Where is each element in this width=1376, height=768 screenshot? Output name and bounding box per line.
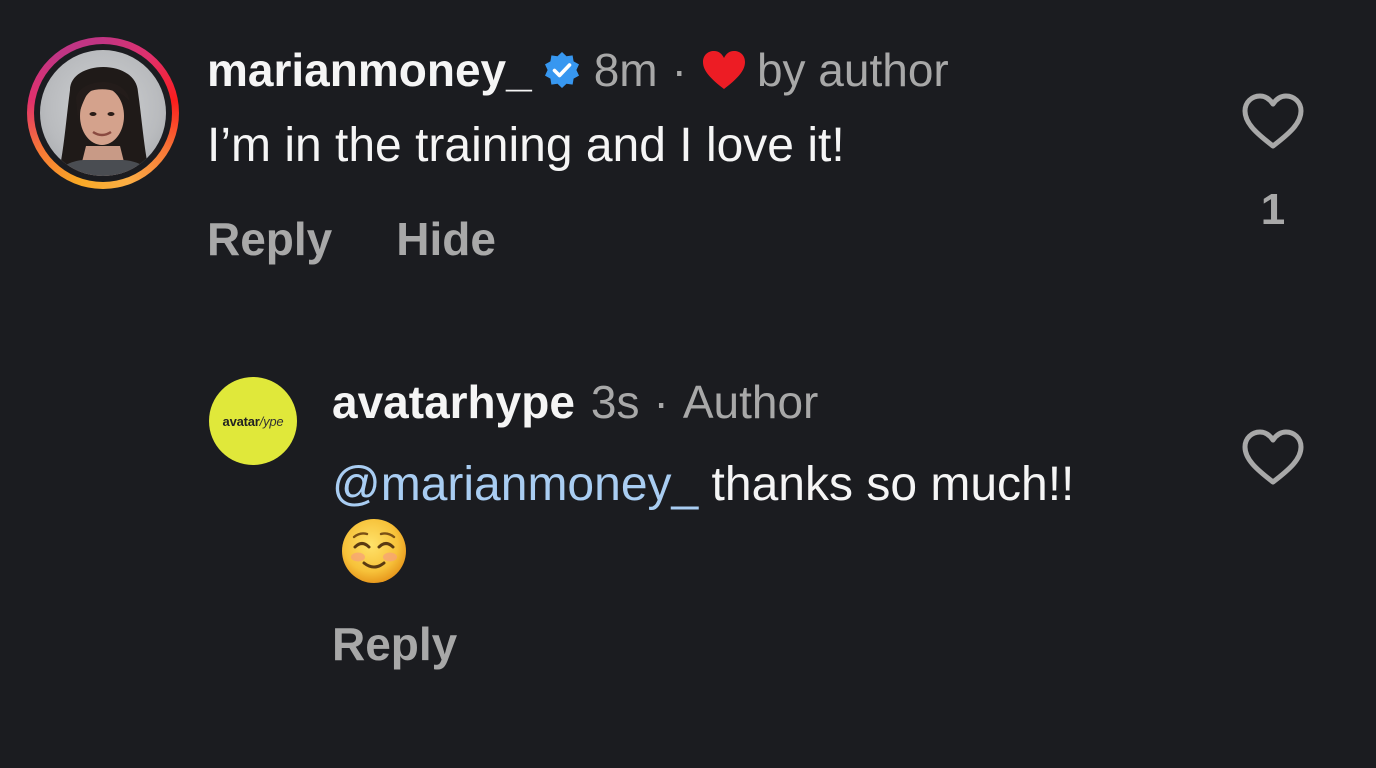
comment-time: 8m xyxy=(593,44,658,96)
reply-header: avatarhype 3s · Author xyxy=(332,372,818,432)
like-count: 1 xyxy=(1260,185,1286,234)
comment-actions: Reply Hide xyxy=(207,212,496,266)
comment-username[interactable]: marianmoney_ xyxy=(207,43,532,97)
like-heart-icon[interactable] xyxy=(1240,428,1306,488)
reply-avatar[interactable]: avatar/ype xyxy=(209,377,297,465)
reply-button[interactable]: Reply xyxy=(332,617,457,671)
hide-button[interactable]: Hide xyxy=(396,212,496,266)
liked-by-author-label: by author xyxy=(756,44,949,96)
verified-badge-icon xyxy=(542,50,582,90)
reply-button[interactable]: Reply xyxy=(207,212,332,266)
author-liked-heart-icon xyxy=(701,49,747,91)
reply-text: @marianmoney_ thanks so much!! xyxy=(332,450,1132,591)
reply-time: 3s xyxy=(590,376,640,428)
like-heart-icon[interactable] xyxy=(1240,92,1306,152)
profile-photo xyxy=(40,50,166,176)
reply-username[interactable]: avatarhype xyxy=(332,375,575,429)
comment-header: marianmoney_ 8m · by author xyxy=(207,40,949,100)
reply-text-body: thanks so much!! xyxy=(698,458,1075,511)
comment-text: I’m in the training and I love it! xyxy=(207,119,845,172)
author-label: Author xyxy=(682,376,819,428)
smiling-face-emoji-icon xyxy=(340,517,408,585)
mention-link[interactable]: @marianmoney_ xyxy=(332,458,698,511)
separator-dot: · xyxy=(671,44,687,96)
story-ring-avatar[interactable] xyxy=(27,37,179,189)
comments-thread: marianmoney_ 8m · by author I’m in the t… xyxy=(0,0,1376,768)
separator-dot: · xyxy=(653,376,669,428)
avatar-logo: avatar/ype xyxy=(222,413,284,429)
